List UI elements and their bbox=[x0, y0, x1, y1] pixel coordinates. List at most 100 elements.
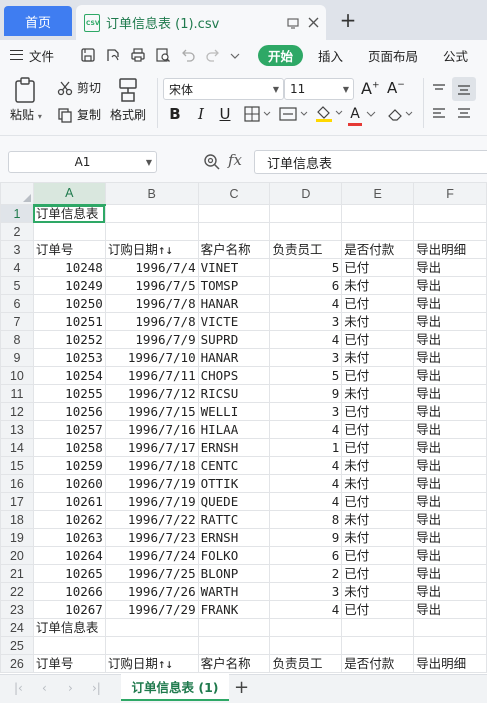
cell-d[interactable]: 负责员工 bbox=[269, 654, 343, 673]
cell-b[interactable]: 1996/7/25 bbox=[104, 564, 199, 583]
font-size-select[interactable]: 11 ▼ bbox=[284, 78, 354, 100]
row-header[interactable]: 22 bbox=[0, 582, 34, 601]
cell-e[interactable]: 未付 bbox=[341, 474, 415, 493]
row-header[interactable]: 17 bbox=[0, 492, 34, 511]
zoom-icon[interactable] bbox=[203, 153, 221, 171]
cell-e[interactable]: 已付 bbox=[341, 258, 415, 277]
row-header[interactable]: 2 bbox=[0, 222, 34, 241]
close-tab-icon[interactable] bbox=[306, 16, 320, 30]
redo-icon[interactable] bbox=[205, 47, 221, 63]
cell-c[interactable]: ERNSH bbox=[197, 438, 271, 457]
cell-d[interactable]: 3 bbox=[269, 348, 343, 367]
cell-e[interactable]: 已付 bbox=[341, 420, 415, 439]
cell-f[interactable]: 导出 bbox=[413, 402, 487, 421]
cell-f[interactable] bbox=[413, 204, 487, 223]
italic-button[interactable]: I bbox=[192, 104, 210, 124]
select-all-corner[interactable] bbox=[0, 182, 34, 205]
cell-b[interactable] bbox=[104, 618, 199, 637]
cell-d[interactable]: 6 bbox=[269, 276, 343, 295]
column-header-b[interactable]: B bbox=[104, 182, 199, 205]
cell-b[interactable]: 1996/7/17 bbox=[104, 438, 199, 457]
cell-b[interactable]: 1996/7/11 bbox=[104, 366, 199, 385]
cell-d[interactable]: 3 bbox=[269, 582, 343, 601]
cell-c[interactable]: SUPRD bbox=[197, 330, 271, 349]
cell-f[interactable] bbox=[413, 618, 487, 637]
window-mode-icon[interactable] bbox=[286, 16, 300, 30]
row-header[interactable]: 21 bbox=[0, 564, 34, 583]
row-header[interactable]: 1 bbox=[0, 204, 34, 223]
row-header[interactable]: 8 bbox=[0, 330, 34, 349]
row-header[interactable]: 9 bbox=[0, 348, 34, 367]
cell-d[interactable] bbox=[269, 204, 343, 223]
cell-a[interactable]: 10265 bbox=[32, 564, 106, 583]
cell-a[interactable]: 10248 bbox=[32, 258, 106, 277]
cell-a[interactable]: 10259 bbox=[32, 456, 106, 475]
cell-e[interactable]: 未付 bbox=[341, 312, 415, 331]
cell-d[interactable]: 8 bbox=[269, 510, 343, 529]
cell-b[interactable]: 1996/7/29 bbox=[104, 600, 199, 619]
cell-f[interactable]: 导出 bbox=[413, 348, 487, 367]
cell-c[interactable]: HILAA bbox=[197, 420, 271, 439]
last-sheet-icon[interactable]: ›| bbox=[92, 681, 101, 695]
cell-e[interactable]: 未付 bbox=[341, 528, 415, 547]
cell-f[interactable]: 导出 bbox=[413, 564, 487, 583]
cell-f[interactable]: 导出 bbox=[413, 510, 487, 529]
cell-c[interactable] bbox=[197, 636, 271, 655]
align-center-button[interactable] bbox=[455, 104, 473, 124]
cell-e[interactable]: 是否付款 bbox=[341, 654, 415, 673]
first-sheet-icon[interactable]: |‹ bbox=[14, 681, 23, 695]
row-header[interactable]: 4 bbox=[0, 258, 34, 277]
cell-f[interactable]: 导出明细 bbox=[413, 654, 487, 673]
format-painter-button[interactable]: 格式刷 bbox=[110, 76, 146, 123]
cell-b[interactable]: 1996/7/4 bbox=[104, 258, 199, 277]
cell-e[interactable] bbox=[341, 618, 415, 637]
cell-b[interactable]: 1996/7/8 bbox=[104, 312, 199, 331]
align-top-button[interactable] bbox=[430, 80, 448, 100]
cell-b[interactable]: 1996/7/26 bbox=[104, 582, 199, 601]
cell-c[interactable]: HANAR bbox=[197, 294, 271, 313]
formula-input[interactable]: 订单信息表 bbox=[254, 150, 487, 174]
cell-f[interactable]: 导出 bbox=[413, 258, 487, 277]
cell-b[interactable]: 1996/7/15 bbox=[104, 402, 199, 421]
row-header[interactable]: 16 bbox=[0, 474, 34, 493]
cell-d[interactable]: 4 bbox=[269, 456, 343, 475]
cell-d[interactable] bbox=[269, 636, 343, 655]
cell-a[interactable] bbox=[32, 636, 106, 655]
cell-e[interactable]: 未付 bbox=[341, 276, 415, 295]
merge-cells-button[interactable] bbox=[278, 104, 310, 124]
cell-a[interactable]: 10251 bbox=[32, 312, 106, 331]
cut-button[interactable]: 剪切 bbox=[57, 79, 101, 96]
cell-c[interactable]: FRANK bbox=[197, 600, 271, 619]
cell-c[interactable]: QUEDE bbox=[197, 492, 271, 511]
cell-c[interactable]: OTTIK bbox=[197, 474, 271, 493]
row-header[interactable]: 24 bbox=[0, 618, 34, 637]
cell-d[interactable]: 1 bbox=[269, 438, 343, 457]
cell-d[interactable]: 3 bbox=[269, 402, 343, 421]
print-preview-icon[interactable] bbox=[155, 47, 171, 63]
document-tab[interactable]: CSV 订单信息表 (1).csv bbox=[76, 5, 326, 40]
cell-b[interactable]: 1996/7/8 bbox=[104, 294, 199, 313]
cell-c[interactable]: 客户名称 bbox=[197, 240, 271, 259]
row-header[interactable]: 3 bbox=[0, 240, 34, 259]
new-tab-button[interactable]: + bbox=[337, 8, 359, 32]
cell-f[interactable]: 导出 bbox=[413, 276, 487, 295]
cell-b[interactable]: 1996/7/23 bbox=[104, 528, 199, 547]
fill-color-button[interactable] bbox=[313, 104, 345, 124]
row-header[interactable]: 5 bbox=[0, 276, 34, 295]
cell-f[interactable]: 导出 bbox=[413, 330, 487, 349]
clear-format-button[interactable] bbox=[385, 104, 415, 124]
row-header[interactable]: 25 bbox=[0, 636, 34, 655]
cell-a[interactable]: 10252 bbox=[32, 330, 106, 349]
column-header-f[interactable]: F bbox=[413, 182, 487, 205]
font-color-button[interactable]: A bbox=[348, 104, 378, 126]
insert-function-icon[interactable]: fx bbox=[228, 151, 242, 169]
cell-e[interactable]: 未付 bbox=[341, 456, 415, 475]
cell-e[interactable] bbox=[341, 222, 415, 241]
cell-f[interactable]: 导出 bbox=[413, 420, 487, 439]
cell-c[interactable]: BLONP bbox=[197, 564, 271, 583]
cell-a[interactable]: 订单号 bbox=[32, 654, 106, 673]
output-pdf-icon[interactable] bbox=[105, 47, 121, 63]
cell-f[interactable]: 导出 bbox=[413, 492, 487, 511]
next-sheet-icon[interactable]: › bbox=[68, 681, 73, 695]
cell-e[interactable]: 已付 bbox=[341, 600, 415, 619]
